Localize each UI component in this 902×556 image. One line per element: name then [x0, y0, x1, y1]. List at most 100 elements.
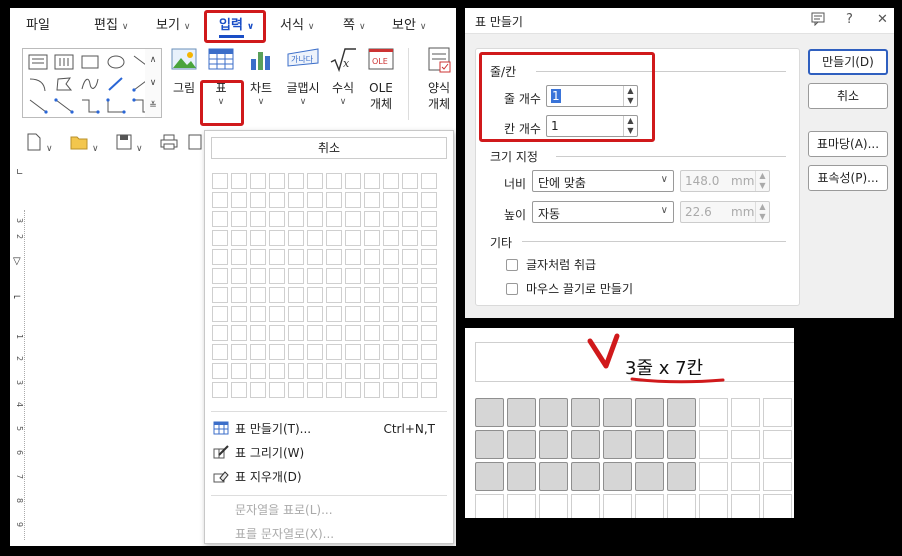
print-button[interactable]	[160, 133, 178, 151]
grid-cell[interactable]	[231, 230, 247, 246]
height-mode-select[interactable]: 자동 ∨	[532, 201, 674, 223]
grid-cell[interactable]	[383, 382, 399, 398]
menu-insert[interactable]: 입력 ∨	[219, 14, 254, 38]
grid-cell[interactable]	[307, 382, 323, 398]
grid-cell[interactable]	[364, 306, 380, 322]
grid-cell[interactable]	[212, 230, 228, 246]
grid-cell[interactable]	[402, 325, 418, 341]
grid-cell[interactable]	[421, 382, 437, 398]
grid-cell[interactable]	[402, 382, 418, 398]
chevron-up-icon[interactable]: ∧	[145, 49, 161, 72]
grid-cell[interactable]	[288, 325, 304, 341]
grid-cell[interactable]	[345, 363, 361, 379]
grid-cell[interactable]	[288, 344, 304, 360]
grid-cell[interactable]	[402, 173, 418, 189]
dialog-close-button[interactable]: ✕	[877, 12, 888, 27]
save-button[interactable]: ∨	[116, 133, 143, 154]
grid-cell[interactable]	[421, 363, 437, 379]
grid-cell[interactable]	[402, 268, 418, 284]
spin-arrows-icon[interactable]: ▲ ▼	[623, 86, 637, 106]
grid-cell[interactable]	[383, 363, 399, 379]
grid-cell[interactable]	[250, 344, 266, 360]
table-style-button[interactable]: 표마당(A)...	[808, 131, 888, 157]
grid-cell[interactable]	[269, 306, 285, 322]
grid-cell[interactable]	[421, 325, 437, 341]
grid-cell[interactable]	[364, 363, 380, 379]
grid-cell[interactable]	[269, 344, 285, 360]
grid-cell[interactable]	[421, 211, 437, 227]
grid-cell[interactable]	[383, 344, 399, 360]
menu-format[interactable]: 서식 ∨	[280, 14, 315, 33]
chevron-down-icon[interactable]: ∨	[145, 72, 161, 95]
grid-cell[interactable]	[364, 287, 380, 303]
shapes-gallery[interactable]	[22, 48, 162, 118]
grid-cell[interactable]	[288, 192, 304, 208]
grid-cell[interactable]	[269, 192, 285, 208]
grid-cell[interactable]	[383, 211, 399, 227]
grid-cell[interactable]	[307, 325, 323, 341]
grid-cell[interactable]	[307, 192, 323, 208]
grid-cell[interactable]	[307, 363, 323, 379]
grid-cell[interactable]	[307, 306, 323, 322]
grid-cell[interactable]	[231, 173, 247, 189]
grid-cell[interactable]	[212, 211, 228, 227]
menu-view[interactable]: 보기 ∨	[156, 14, 191, 33]
grid-cell[interactable]	[402, 363, 418, 379]
grid-cell[interactable]	[288, 230, 304, 246]
grid-cell[interactable]	[307, 344, 323, 360]
grid-cell[interactable]	[288, 211, 304, 227]
grid-cell[interactable]	[345, 268, 361, 284]
dropdown-cancel-button[interactable]: 취소	[211, 137, 447, 159]
grid-cell[interactable]	[288, 249, 304, 265]
grid-cell[interactable]	[345, 211, 361, 227]
grid-cell[interactable]	[383, 306, 399, 322]
grid-cell[interactable]	[212, 173, 228, 189]
rectangle-icon[interactable]	[79, 53, 101, 71]
grid-cell[interactable]	[383, 230, 399, 246]
grid-cell[interactable]	[345, 249, 361, 265]
grid-cell[interactable]	[421, 192, 437, 208]
menu-page[interactable]: 쪽 ∨	[343, 14, 366, 33]
grid-cell[interactable]	[402, 192, 418, 208]
grid-cell[interactable]	[345, 287, 361, 303]
curve-icon[interactable]	[79, 75, 101, 93]
grid-cell[interactable]	[288, 173, 304, 189]
grid-cell[interactable]	[364, 192, 380, 208]
grid-cell[interactable]	[326, 173, 342, 189]
grid-cell[interactable]	[345, 173, 361, 189]
grid-cell[interactable]	[250, 287, 266, 303]
grid-cell[interactable]	[307, 230, 323, 246]
insert-table-button[interactable]: 표 ∨	[206, 46, 236, 108]
create-button[interactable]: 만들기(D)	[808, 49, 888, 75]
grid-cell[interactable]	[326, 344, 342, 360]
grid-cell[interactable]	[326, 249, 342, 265]
arc-icon[interactable]	[27, 75, 49, 93]
grid-cell[interactable]	[364, 382, 380, 398]
grid-cell[interactable]	[250, 230, 266, 246]
grid-cell[interactable]	[345, 230, 361, 246]
menu-item-draw-table[interactable]: 표 그리기(W)	[213, 442, 445, 464]
grid-cell[interactable]	[250, 192, 266, 208]
grid-cell[interactable]	[364, 211, 380, 227]
double-arrow-connector-icon[interactable]	[53, 97, 75, 115]
grid-cell[interactable]	[212, 268, 228, 284]
grid-cell[interactable]	[231, 325, 247, 341]
insert-picture-button[interactable]: 그림	[170, 46, 198, 96]
grid-cell[interactable]	[307, 211, 323, 227]
grid-cell[interactable]	[307, 249, 323, 265]
grid-cell[interactable]	[250, 325, 266, 341]
grid-cell[interactable]	[231, 211, 247, 227]
grid-cell[interactable]	[326, 382, 342, 398]
shapes-gallery-scroll[interactable]: ∧ ∨ ≚	[145, 48, 162, 118]
grid-cell[interactable]	[421, 268, 437, 284]
grid-cell[interactable]	[364, 173, 380, 189]
grid-cell[interactable]	[269, 230, 285, 246]
open-document-button[interactable]: ∨	[70, 133, 99, 154]
spin-arrows-icon[interactable]: ▲ ▼	[623, 116, 637, 136]
left-indent-marker-icon[interactable]: ⌐	[13, 292, 21, 303]
preview-button[interactable]	[188, 133, 202, 151]
grid-cell[interactable]	[364, 230, 380, 246]
grid-cell[interactable]	[250, 249, 266, 265]
dialog-chat-button[interactable]	[811, 12, 825, 30]
ellipse-icon[interactable]	[105, 53, 127, 71]
